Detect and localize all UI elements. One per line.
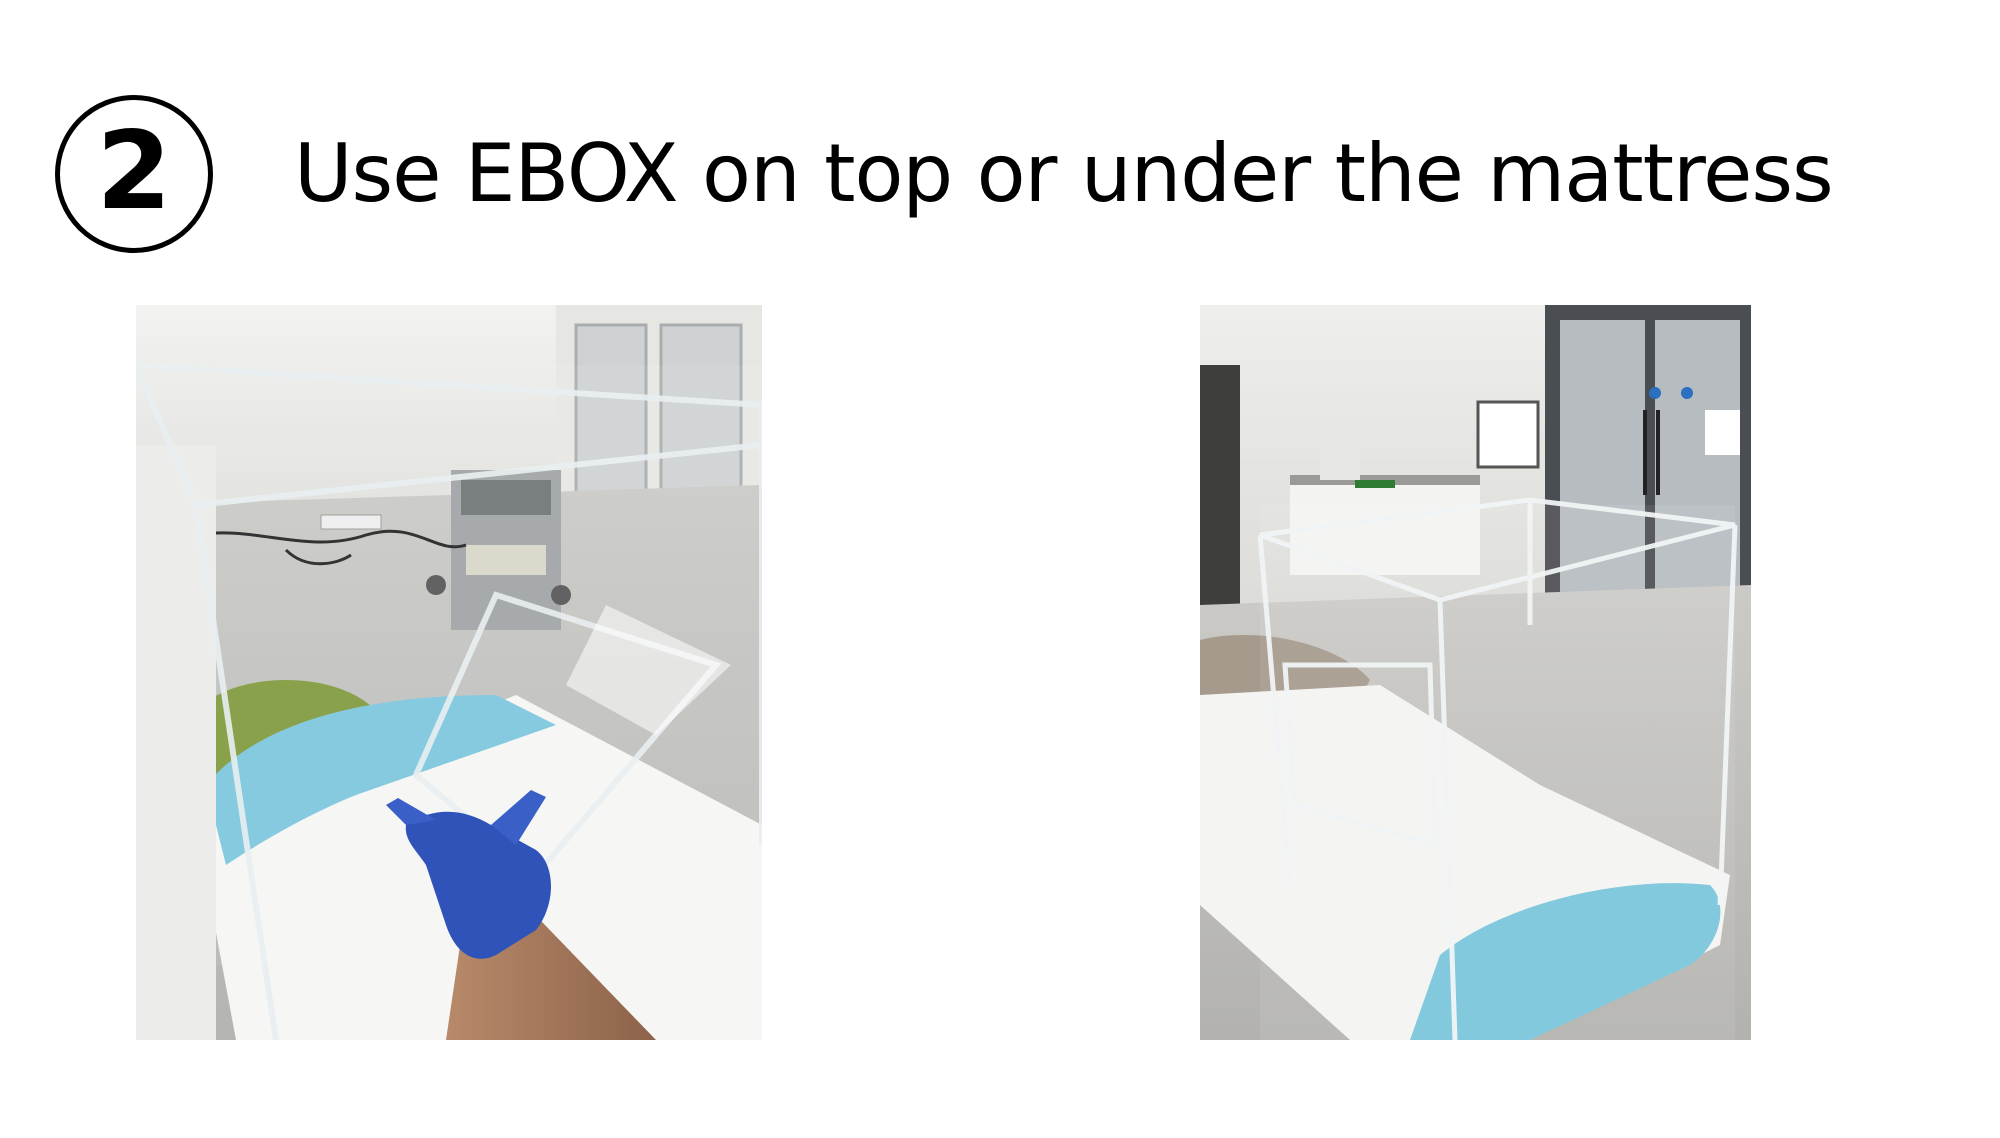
- step-number: 2: [96, 109, 172, 234]
- ebox-under-mattress-photo: [1200, 305, 1751, 1040]
- step-number-badge: 2: [55, 95, 213, 253]
- slide-title: Use EBOX on top or under the mattress: [294, 127, 1834, 220]
- ebox-on-top-of-mattress-photo: [136, 305, 762, 1040]
